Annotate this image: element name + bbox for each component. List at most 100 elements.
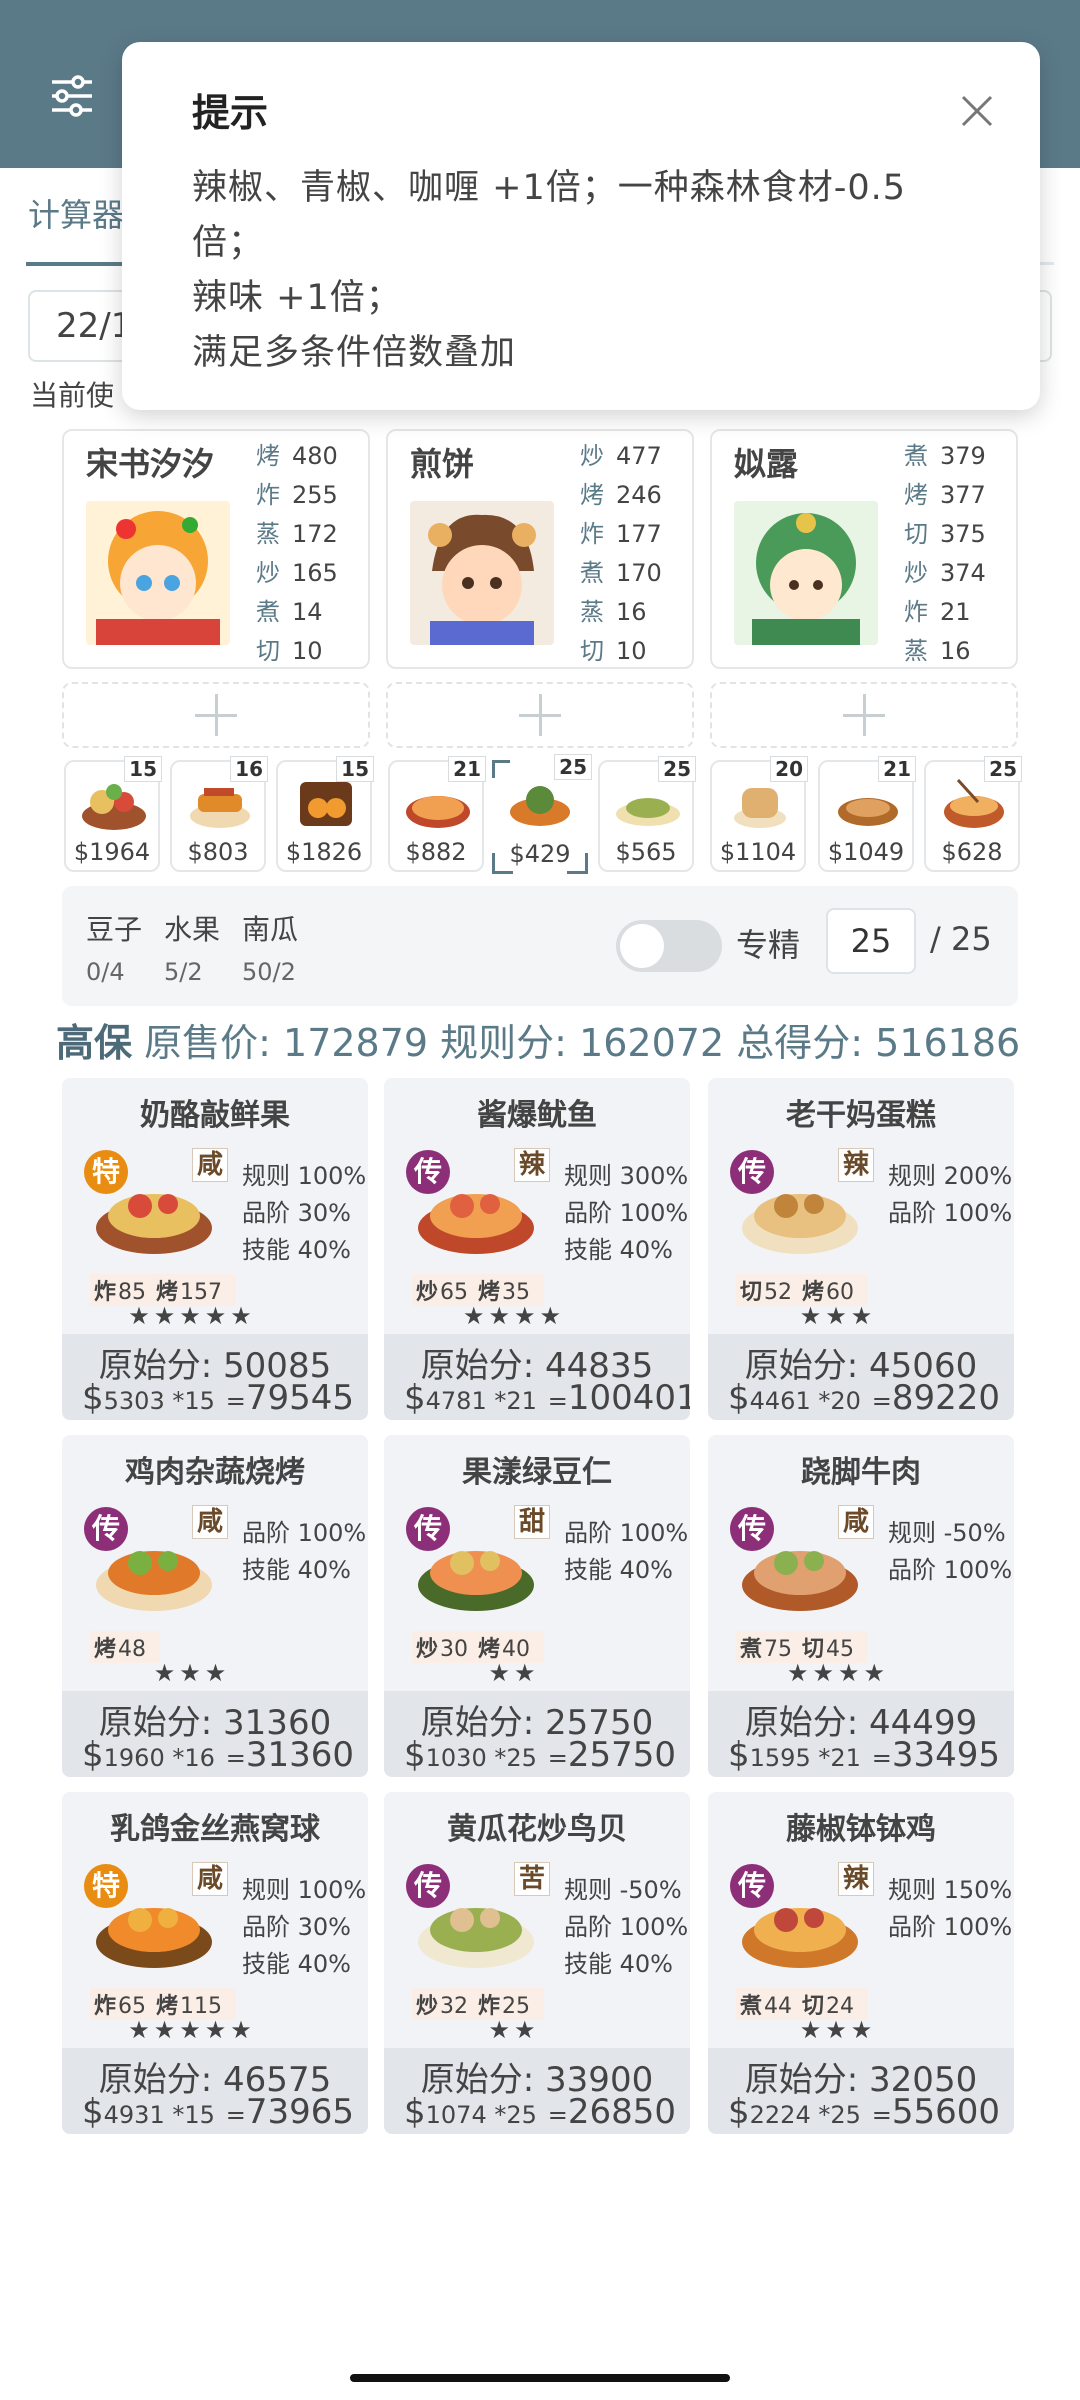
rarity-badge: 传 [406, 1507, 450, 1551]
dish-slot[interactable]: 20 $1104 [710, 756, 808, 872]
chef-avatar [734, 501, 878, 645]
dish-count: 15 [124, 756, 162, 782]
dish-price: $1964 [73, 838, 151, 866]
recipe-stars: ★★★★★ [128, 2016, 256, 2044]
dish-slot[interactable]: 16 $803 [170, 756, 268, 872]
specialist-total: / 25 [930, 920, 992, 958]
recipe-rules: 规则 200% 品阶 100% [888, 1162, 1013, 1227]
recipe-card[interactable]: 藤椒钵钵鸡 传 辣 规则 150% 品阶 100% 煮44 切24 ★★★ 原始分:… [708, 1792, 1014, 2134]
chef-skills: 炒 477 烤 246 炸 177 煮 170 蒸 16 切 10 [580, 442, 662, 665]
current-use-label: 当前使 [30, 379, 115, 412]
price-calc: $2224 *25 =55600 [728, 2092, 1000, 2132]
dish-count: 20 [770, 756, 808, 782]
price-calc: $1595 *21 =33495 [728, 1735, 1000, 1775]
flavor-badge: 苦 [514, 1862, 551, 1896]
flavor-badge: 咸 [838, 1505, 875, 1539]
flavor-badge: 辣 [514, 1148, 551, 1182]
recipe-title: 酱爆鱿鱼 [477, 1098, 597, 1133]
score-panel: 原始分: 44835 $4781 *21 =100401 [384, 1334, 690, 1420]
recipe-card[interactable]: 酱爆鱿鱼 传 辣 规则 300% 品阶 100% 技能 40% 炒65 烤35 ★★★… [384, 1078, 690, 1420]
dialog-line: 辣味 +1倍； [192, 278, 402, 318]
ingredient-item: 南瓜 50/2 [242, 913, 299, 986]
dialog-line: 满足多条件倍数叠加 [192, 333, 517, 373]
price-calc: $4931 *15 =73965 [82, 2092, 354, 2132]
dish-price: $803 [187, 838, 249, 866]
recipe-title: 乳鸽金丝燕窝球 [110, 1812, 320, 1847]
chef-name: 煎饼 [410, 445, 475, 483]
chef-name: 宋书汐汐 [86, 445, 215, 483]
score-panel: 原始分: 25750 $1030 *25 =25750 [384, 1691, 690, 1777]
tab-calculator[interactable]: 计算器 [28, 190, 124, 236]
recipe-title: 果漾绿豆仁 [462, 1455, 612, 1490]
price-calc: $4781 *21 =100401 [404, 1378, 690, 1418]
chef-avatar [410, 501, 554, 645]
dish-slot[interactable]: 15 $1826 [276, 756, 374, 872]
recipe-rules: 规则 -50% 品阶 100% 技能 40% [564, 1876, 689, 1978]
home-indicator [350, 2374, 730, 2382]
dish-price: $429 [509, 840, 571, 868]
recipe-stars: ★★ [488, 2016, 540, 2044]
dialog-title: 提示 [192, 91, 269, 135]
dish-slot[interactable]: 25 $628 [924, 756, 1022, 872]
recipe-stars: ★★★ [799, 1302, 877, 1330]
specialist-input[interactable]: 25 [826, 908, 916, 974]
rarity-badge: 传 [730, 1864, 774, 1908]
flavor-badge: 咸 [192, 1505, 229, 1539]
dish-price: $1104 [719, 838, 797, 866]
recipe-card[interactable]: 乳鸽金丝燕窝球 特 咸 规则 100% 品阶 30% 技能 40% 炸65 烤115 … [62, 1792, 368, 2134]
recipe-card[interactable]: 黄瓜花炒鸟贝 传 苦 规则 -50% 品阶 100% 技能 40% 炒32 炸25 ★… [384, 1792, 690, 2134]
dish-slot[interactable]: 21 $882 [388, 756, 486, 872]
add-equipment-button[interactable] [386, 682, 694, 748]
dish-slot[interactable]: 21 $1049 [818, 756, 916, 872]
recipe-rules: 品阶 100% 技能 40% [564, 1519, 689, 1584]
dish-price: $628 [941, 838, 1003, 866]
chef-skills: 烤 480 炸 255 蒸 172 炒 165 煮 14 切 10 [256, 442, 338, 665]
rarity-badge: 传 [84, 1507, 128, 1551]
score-panel: 原始分: 45060 $4461 *20 =89220 [708, 1334, 1014, 1420]
dish-count: 21 [448, 756, 486, 782]
chef-card[interactable]: 姒露 煮 379 烤 377 切 375 炒 374 炸 21 蒸 16 [710, 429, 1018, 669]
price-calc: $1074 *25 =26850 [404, 2092, 676, 2132]
dialog-line: 倍； [192, 223, 265, 263]
recipe-stars: ★★★★★ [128, 1302, 256, 1330]
score-panel: 原始分: 31360 $1960 *16 =31360 [62, 1691, 368, 1777]
flavor-badge: 咸 [192, 1862, 229, 1896]
dish-count: 25 [554, 754, 592, 780]
chef-card[interactable]: 煎饼 炒 477 烤 246 炸 177 煮 170 蒸 16 切 10 [386, 429, 694, 669]
recipe-title: 跷脚牛肉 [801, 1455, 921, 1490]
recipe-stars: ★★★★ [786, 1659, 890, 1687]
dish-slot[interactable]: 25 $565 [598, 756, 696, 872]
recipe-stars: ★★ [488, 1659, 540, 1687]
recipe-rules: 规则 300% 品阶 100% 技能 40% [564, 1162, 689, 1264]
add-equipment-button[interactable] [710, 682, 1018, 748]
chef-card[interactable]: 宋书汐汐 烤 480 炸 255 蒸 172 炒 165 煮 14 切 10 [62, 429, 370, 669]
dialog-line: 辣椒、青椒、咖喱 +1倍；一种森林食材-0.5 [192, 168, 907, 208]
rarity-badge: 传 [406, 1150, 450, 1194]
specialist-label: 专精 [736, 926, 801, 964]
recipe-card[interactable]: 鸡肉杂蔬烧烤 传 咸 品阶 100% 技能 40% 烤48 ★★★ 原始分: 31… [62, 1435, 368, 1777]
recipe-card[interactable]: 老干妈蛋糕 传 辣 规则 200% 品阶 100% 切52 烤60 ★★★ 原始分:… [708, 1078, 1014, 1420]
dish-count: 15 [336, 756, 374, 782]
sliders-icon[interactable] [48, 72, 96, 120]
rarity-badge: 特 [84, 1864, 128, 1908]
dish-count: 25 [984, 756, 1022, 782]
score-panel: 原始分: 33900 $1074 *25 =26850 [384, 2048, 690, 2134]
score-panel: 原始分: 44499 $1595 *21 =33495 [708, 1691, 1014, 1777]
hint-dialog: 提示 辣椒、青椒、咖喱 +1倍；一种森林食材-0.5 倍； 辣味 +1倍； 满足… [122, 42, 1040, 410]
recipe-card[interactable]: 奶酪敲鲜果 特 咸 规则 100% 品阶 30% 技能 40% 炸85 烤157 ★★… [62, 1078, 368, 1420]
flavor-badge: 辣 [838, 1862, 875, 1896]
dish-slot[interactable]: 15 $1964 [64, 756, 162, 872]
dish-price: $882 [405, 838, 467, 866]
specialist-toggle[interactable] [616, 920, 722, 972]
recipe-stars: ★★★ [153, 1659, 231, 1687]
price-calc: $1030 *25 =25750 [404, 1735, 676, 1775]
close-icon[interactable] [960, 94, 994, 128]
chef-skills: 煮 379 烤 377 切 375 炒 374 炸 21 蒸 16 [904, 442, 986, 665]
rarity-badge: 特 [84, 1150, 128, 1194]
recipe-card[interactable]: 果漾绿豆仁 传 甜 品阶 100% 技能 40% 炒30 烤40 ★★ 原始分: 2… [384, 1435, 690, 1777]
recipe-title: 鸡肉杂蔬烧烤 [125, 1455, 305, 1490]
recipe-card[interactable]: 跷脚牛肉 传 咸 规则 -50% 品阶 100% 煮75 切45 ★★★★ 原始分:… [708, 1435, 1014, 1777]
rarity-badge: 传 [406, 1864, 450, 1908]
dish-slot-selected[interactable]: 25 $429 [492, 754, 592, 874]
add-equipment-button[interactable] [62, 682, 370, 748]
